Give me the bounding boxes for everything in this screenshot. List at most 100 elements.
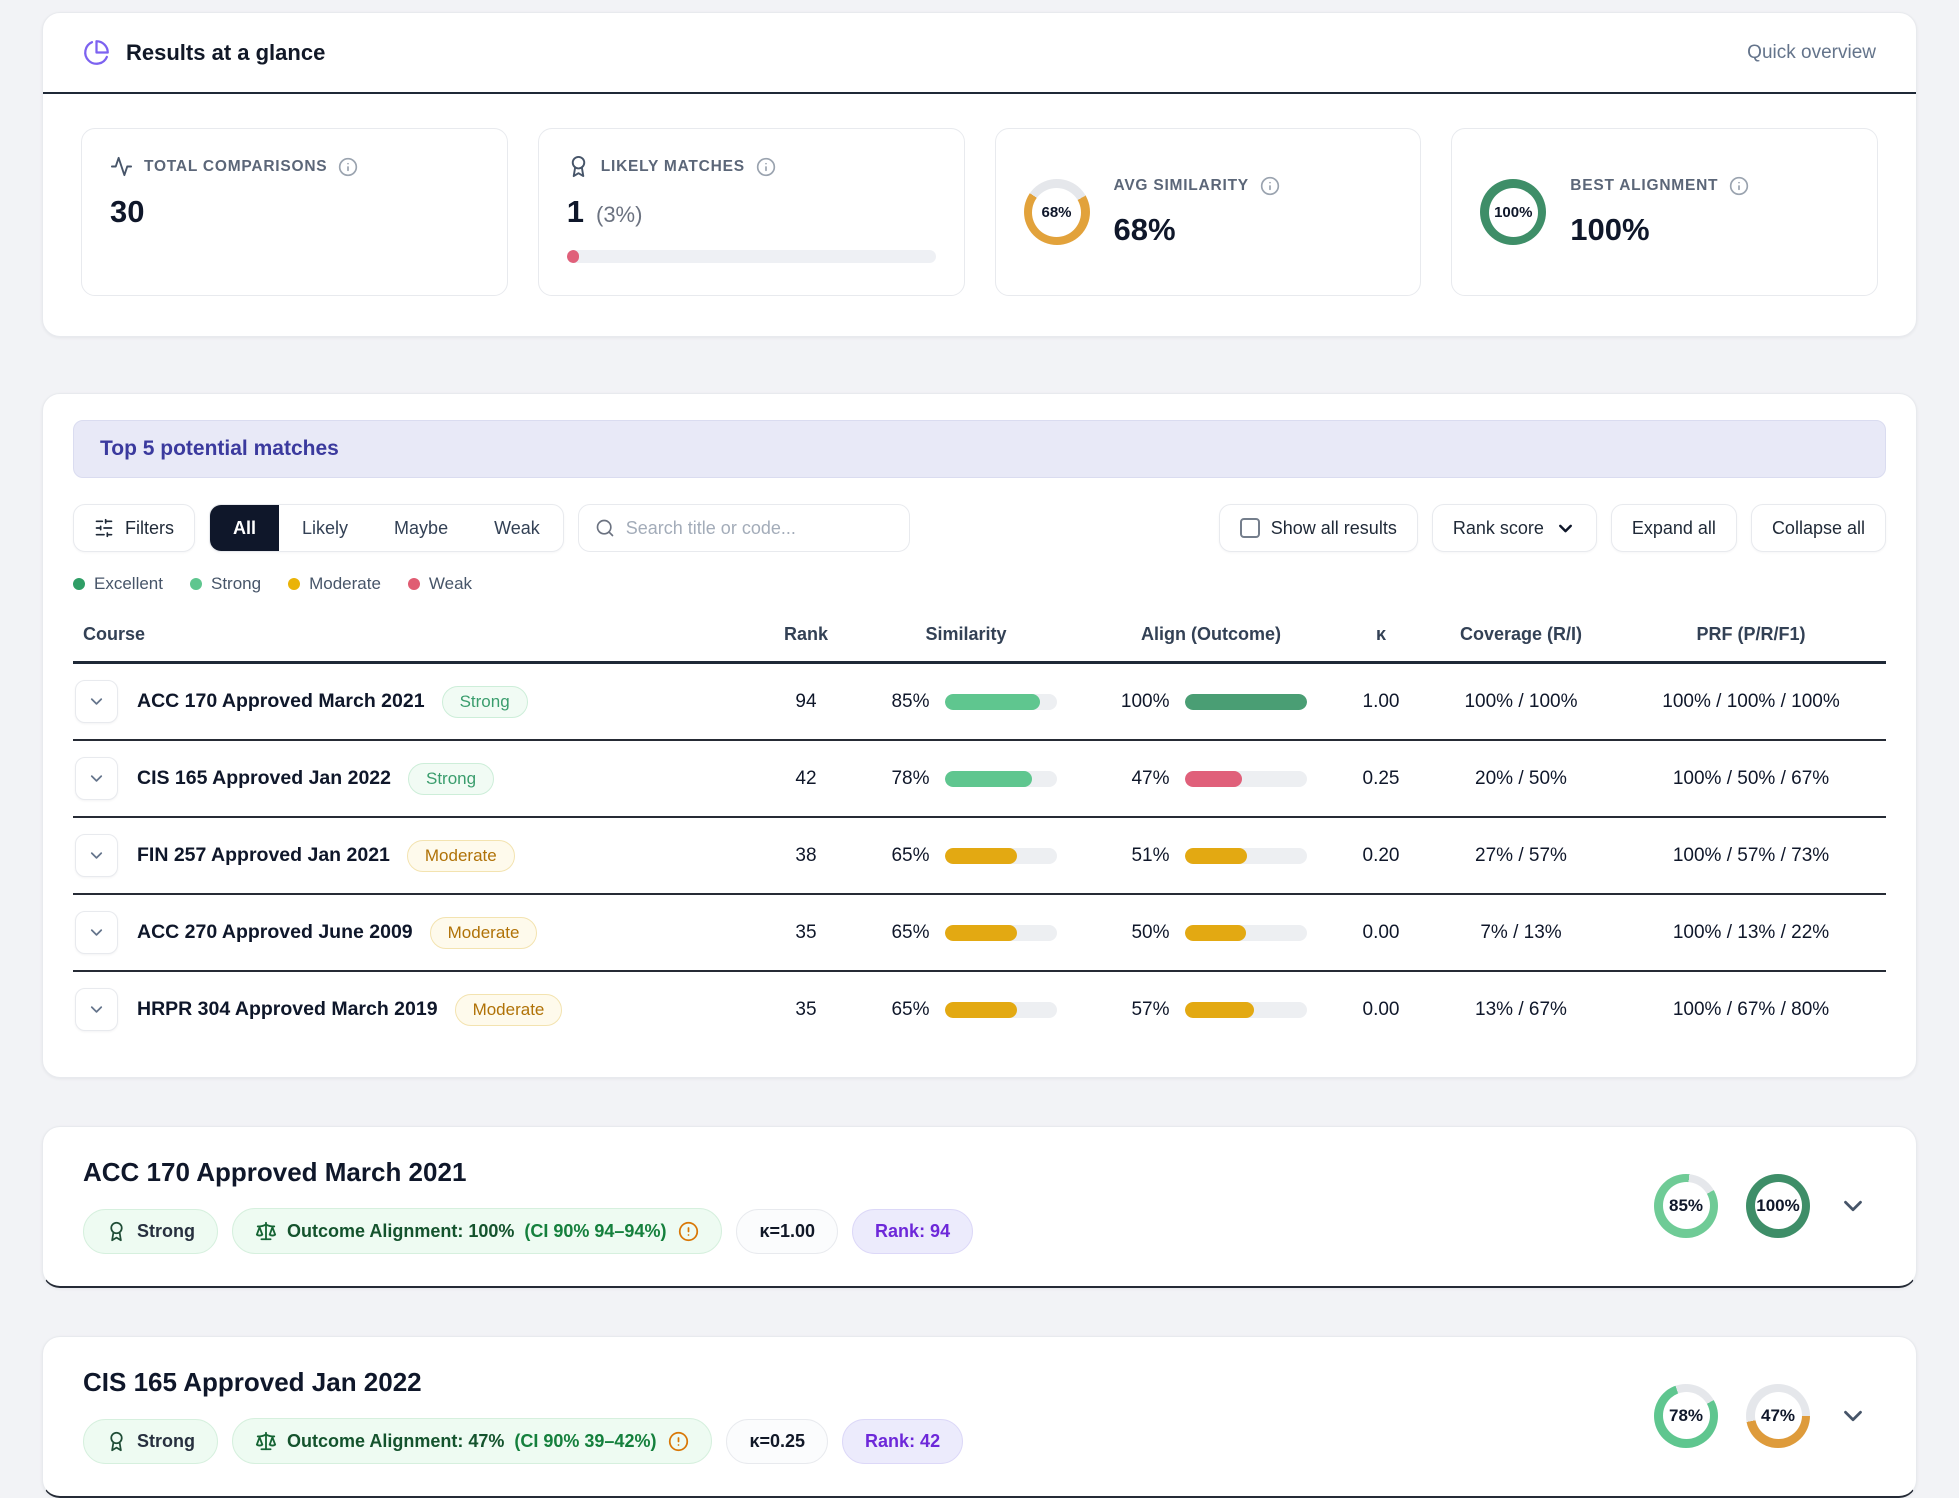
alignment-bar bbox=[1185, 771, 1307, 787]
row-expand-button[interactable] bbox=[75, 757, 118, 800]
kappa-value: 0.00 bbox=[1336, 999, 1426, 1021]
coverage-value: 27% / 57% bbox=[1426, 845, 1616, 867]
donut-label: 68% bbox=[1032, 188, 1081, 237]
col-align-outcome: Align (Outcome) bbox=[1086, 624, 1336, 645]
alignment-donut: 47% bbox=[1746, 1384, 1810, 1448]
alignment-bar bbox=[1185, 1002, 1307, 1018]
info-icon[interactable] bbox=[1260, 176, 1280, 196]
strength-badge: Strong bbox=[408, 763, 494, 795]
rank-chip: Rank: 42 bbox=[842, 1419, 963, 1464]
strength-badge: Moderate bbox=[455, 994, 563, 1026]
col-coverage: Coverage (R/I) bbox=[1426, 624, 1616, 645]
stat-percentage: (3%) bbox=[596, 202, 642, 228]
stat-label: LIKELY MATCHES bbox=[601, 158, 745, 176]
similarity-bar bbox=[945, 1002, 1057, 1018]
alignment-bar bbox=[1185, 848, 1307, 864]
sort-dropdown[interactable]: Rank score bbox=[1432, 504, 1597, 552]
alignment-bar bbox=[1185, 925, 1307, 941]
tab-all[interactable]: All bbox=[210, 505, 279, 551]
legend-item-excellent: Excellent bbox=[73, 574, 163, 594]
toolbar: Filters All Likely Maybe Weak Show all r… bbox=[73, 504, 1886, 552]
prf-value: 100% / 67% / 80% bbox=[1616, 999, 1886, 1021]
table-row: CIS 165 Approved Jan 2022 Strong 42 78% … bbox=[73, 741, 1886, 818]
page-title: Results at a glance bbox=[126, 40, 325, 66]
show-all-results-toggle[interactable]: Show all results bbox=[1219, 504, 1418, 552]
tab-maybe[interactable]: Maybe bbox=[371, 505, 471, 551]
prf-value: 100% / 57% / 73% bbox=[1616, 845, 1886, 867]
award-icon bbox=[106, 1431, 127, 1452]
col-rank: Rank bbox=[766, 624, 846, 645]
table-row: ACC 270 Approved June 2009 Moderate 35 6… bbox=[73, 895, 1886, 972]
tab-likely[interactable]: Likely bbox=[279, 505, 371, 551]
scale-icon bbox=[255, 1430, 277, 1452]
strength-filter-tabs: All Likely Maybe Weak bbox=[209, 504, 564, 552]
table-row: ACC 170 Approved March 2021 Strong 94 85… bbox=[73, 664, 1886, 741]
strength-chip: Strong bbox=[83, 1209, 218, 1254]
kappa-value: 1.00 bbox=[1336, 691, 1426, 713]
stat-value: 30 bbox=[110, 194, 144, 230]
course-detail-card: CIS 165 Approved Jan 2022 Strong Outcome… bbox=[42, 1336, 1917, 1498]
alert-circle-icon[interactable] bbox=[678, 1221, 699, 1242]
strength-badge: Moderate bbox=[430, 917, 538, 949]
progress-fill bbox=[567, 250, 579, 263]
row-expand-button[interactable] bbox=[75, 911, 118, 954]
alignment-cell: 100% bbox=[1086, 691, 1336, 713]
stat-label: AVG SIMILARITY bbox=[1114, 177, 1249, 195]
scale-icon bbox=[255, 1220, 277, 1242]
coverage-value: 20% / 50% bbox=[1426, 768, 1616, 790]
chevron-down-icon bbox=[87, 769, 106, 788]
coverage-value: 13% / 67% bbox=[1426, 999, 1616, 1021]
expand-all-button[interactable]: Expand all bbox=[1611, 504, 1737, 552]
course-name: ACC 170 Approved March 2021 bbox=[137, 690, 425, 713]
prf-value: 100% / 100% / 100% bbox=[1616, 691, 1886, 713]
search-icon bbox=[595, 518, 615, 538]
chevron-down-icon bbox=[87, 846, 106, 865]
legend-item-moderate: Moderate bbox=[288, 574, 381, 594]
filters-button[interactable]: Filters bbox=[73, 504, 195, 552]
col-kappa: κ bbox=[1336, 624, 1426, 645]
table-header: Course Rank Similarity Align (Outcome) κ… bbox=[73, 614, 1886, 664]
course-name: CIS 165 Approved Jan 2022 bbox=[137, 767, 391, 790]
chevron-down-icon bbox=[87, 923, 106, 942]
quick-overview-label: Quick overview bbox=[1747, 42, 1876, 64]
alignment-bar bbox=[1185, 694, 1307, 710]
filters-label: Filters bbox=[125, 518, 174, 539]
info-icon[interactable] bbox=[756, 157, 776, 177]
stat-label: BEST ALIGNMENT bbox=[1570, 177, 1718, 195]
likely-matches-progress bbox=[567, 250, 936, 263]
rank-value: 94 bbox=[766, 691, 846, 713]
alignment-donut: 100% bbox=[1746, 1174, 1810, 1238]
course-name: HRPR 304 Approved March 2019 bbox=[137, 998, 438, 1021]
course-detail-title: CIS 165 Approved Jan 2022 bbox=[83, 1367, 1654, 1398]
alert-circle-icon[interactable] bbox=[668, 1431, 689, 1452]
stat-label: TOTAL COMPARISONS bbox=[144, 158, 327, 176]
alignment-cell: 50% bbox=[1086, 922, 1336, 944]
course-name: ACC 270 Approved June 2009 bbox=[137, 921, 413, 944]
info-icon[interactable] bbox=[338, 157, 358, 177]
rank-value: 35 bbox=[766, 999, 846, 1021]
row-expand-button[interactable] bbox=[75, 988, 118, 1031]
collapse-all-button[interactable]: Collapse all bbox=[1751, 504, 1886, 552]
stat-card-total-comparisons: TOTAL COMPARISONS 30 bbox=[81, 128, 508, 296]
info-icon[interactable] bbox=[1729, 176, 1749, 196]
kappa-value: 0.25 bbox=[1336, 768, 1426, 790]
show-all-checkbox[interactable] bbox=[1240, 518, 1260, 538]
row-expand-button[interactable] bbox=[75, 834, 118, 877]
tab-weak[interactable]: Weak bbox=[471, 505, 563, 551]
expand-detail-chevron[interactable] bbox=[1838, 1401, 1868, 1431]
stat-value: 1 bbox=[567, 194, 584, 230]
similarity-cell: 65% bbox=[846, 922, 1086, 944]
col-similarity: Similarity bbox=[846, 624, 1086, 645]
sort-label: Rank score bbox=[1453, 518, 1544, 539]
outcome-alignment-chip: Outcome Alignment: 47% (CI 90% 39–42%) bbox=[232, 1418, 712, 1464]
stat-value: 100% bbox=[1570, 212, 1649, 248]
search-input[interactable] bbox=[626, 518, 893, 539]
matches-card: Top 5 potential matches Filters All Like… bbox=[42, 393, 1917, 1078]
stat-value: 68% bbox=[1114, 212, 1176, 248]
award-icon bbox=[106, 1221, 127, 1242]
show-all-label: Show all results bbox=[1271, 518, 1397, 539]
expand-detail-chevron[interactable] bbox=[1838, 1191, 1868, 1221]
strength-legend: Excellent Strong Moderate Weak bbox=[73, 574, 1886, 594]
row-expand-button[interactable] bbox=[75, 680, 118, 723]
similarity-bar bbox=[945, 694, 1057, 710]
